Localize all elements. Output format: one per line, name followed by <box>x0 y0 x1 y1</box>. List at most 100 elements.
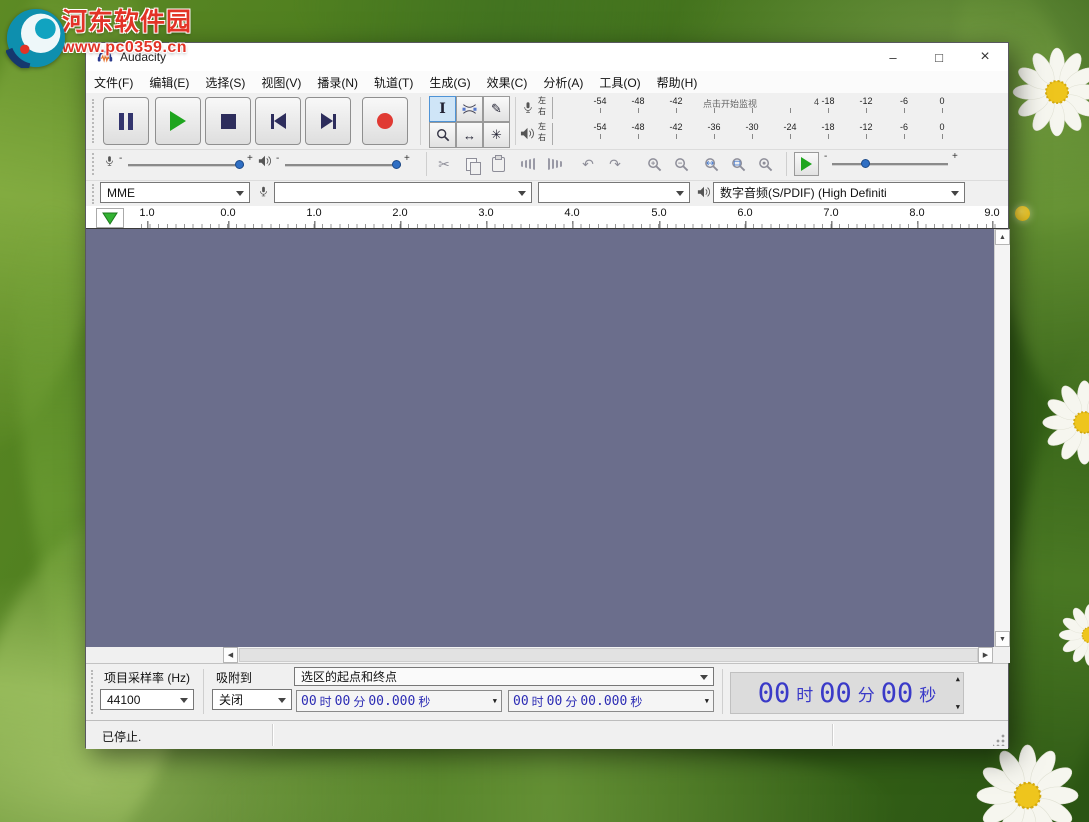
audio-host-combobox[interactable]: MME <box>100 182 250 203</box>
position-hours[interactable]: 00 <box>758 678 791 709</box>
menu-item[interactable]: 轨道(T) <box>366 71 421 94</box>
timeline-ruler[interactable]: 1.00.01.02.03.04.05.06.07.08.09.0 <box>86 206 1008 229</box>
timeshift-tool-button[interactable]: ↔ <box>456 122 483 148</box>
zoom-tool-button[interactable] <box>429 122 456 148</box>
toolbar-grip[interactable] <box>92 153 97 175</box>
toolbar-grip[interactable] <box>92 99 97 143</box>
envelope-tool-button[interactable] <box>456 96 483 122</box>
silence-audio-button[interactable] <box>543 153 567 175</box>
selection-tool-button[interactable]: I <box>429 96 456 122</box>
menu-item[interactable]: 文件(F) <box>86 71 141 94</box>
audio-position-display[interactable]: 00 时 00 分 00 秒 ▲ ▼ <box>730 672 964 714</box>
daisy-flower <box>1055 600 1089 670</box>
recording-volume-thumb[interactable] <box>235 160 244 169</box>
spinner-down-icon[interactable]: ▼ <box>956 703 960 711</box>
copy-button[interactable] <box>459 153 483 175</box>
toolbar-grip[interactable] <box>92 184 97 204</box>
cut-button[interactable]: ✂ <box>432 153 456 175</box>
spinner-icon[interactable]: ▼ <box>493 697 497 705</box>
title-bar[interactable]: Audacity – □ × <box>86 43 1008 71</box>
scroll-left-button[interactable]: ◀ <box>223 647 238 663</box>
play-at-speed-button[interactable] <box>794 152 819 176</box>
toolbar-separator <box>203 669 204 714</box>
paste-icon <box>492 157 505 172</box>
menu-item[interactable]: 选择(S) <box>197 71 253 94</box>
ibeam-icon: I <box>439 101 446 117</box>
toolbar-separator <box>722 669 723 714</box>
end-hours[interactable]: 00 <box>513 694 529 709</box>
selection-range-value: 选区的起点和终点 <box>301 668 397 685</box>
paste-button[interactable] <box>486 153 510 175</box>
time-label: 2.0 <box>392 207 407 219</box>
undo-button[interactable]: ↶ <box>576 153 600 175</box>
end-seconds[interactable]: 00.000 <box>580 694 627 709</box>
playback-volume-slider[interactable] <box>285 164 401 167</box>
horizontal-scrollbar[interactable]: ◀ ▶ <box>86 647 1010 663</box>
recording-device-combobox[interactable] <box>274 182 532 203</box>
recording-meter[interactable]: 左右 -54-48-42-18-12-60 点击开始监视 4 <box>516 95 994 121</box>
fit-selection-button[interactable] <box>699 153 723 175</box>
stop-button[interactable] <box>205 97 251 145</box>
start-hours[interactable]: 00 <box>301 694 317 709</box>
menu-item[interactable]: 生成(G) <box>421 71 478 94</box>
position-minutes[interactable]: 00 <box>819 678 852 709</box>
start-seconds[interactable]: 00.000 <box>368 694 415 709</box>
multi-tool-button[interactable]: ✳ <box>483 122 510 148</box>
position-spinner[interactable]: ▲ ▼ <box>956 675 960 711</box>
recording-channels-combobox[interactable] <box>538 182 690 203</box>
selection-end-field[interactable]: 00 时 00 分 00.000 秒 ▼ <box>508 690 714 712</box>
draw-tool-button[interactable]: ✎ <box>483 96 510 122</box>
scroll-down-button[interactable]: ▼ <box>995 631 1010 647</box>
snap-to-combobox[interactable]: 关闭 <box>212 689 292 710</box>
minimize-button[interactable]: – <box>870 43 916 71</box>
skip-to-start-button[interactable] <box>255 97 301 145</box>
spinner-up-icon[interactable]: ▲ <box>956 675 960 683</box>
redo-button[interactable]: ↷ <box>603 153 627 175</box>
spinner-icon[interactable]: ▼ <box>705 697 709 705</box>
playback-device-combobox[interactable]: 数字音频(S/PDIF) (High Definiti <box>713 182 965 203</box>
close-button[interactable]: × <box>962 43 1008 71</box>
hscroll-thumb[interactable] <box>239 648 978 662</box>
position-seconds[interactable]: 00 <box>881 678 914 709</box>
menu-item[interactable]: 分析(A) <box>535 71 591 94</box>
track-panel[interactable] <box>86 229 994 647</box>
scroll-up-button[interactable]: ▲ <box>995 229 1010 245</box>
end-minutes[interactable]: 00 <box>547 694 563 709</box>
db-label: -42 <box>669 96 682 106</box>
play-speed-thumb[interactable] <box>861 159 870 168</box>
toolbar-grip[interactable] <box>91 670 96 714</box>
vertical-scrollbar[interactable]: ▲ ▼ <box>994 229 1010 647</box>
menu-item[interactable]: 编辑(E) <box>141 71 197 94</box>
scroll-right-button[interactable]: ▶ <box>978 647 993 663</box>
play-speed-slider[interactable] <box>832 163 948 166</box>
menu-item[interactable]: 帮助(H) <box>649 71 706 94</box>
playback-volume-thumb[interactable] <box>392 160 401 169</box>
menu-item[interactable]: 视图(V) <box>253 71 309 94</box>
fit-project-button[interactable] <box>726 153 750 175</box>
skip-to-end-button[interactable] <box>305 97 351 145</box>
recording-volume-slider[interactable] <box>128 164 244 167</box>
zoom-toggle-button[interactable] <box>753 153 777 175</box>
pause-button[interactable] <box>103 97 149 145</box>
start-minutes[interactable]: 00 <box>335 694 351 709</box>
toolbar-dock: I ✎ ↔ ✳ 左右 -54-48-42-18-12-60 点击开始监视 4 <box>86 93 1008 206</box>
menu-item[interactable]: 工具(O) <box>591 71 648 94</box>
time-label: 4.0 <box>564 207 579 219</box>
time-label: 9.0 <box>984 207 999 219</box>
play-button[interactable] <box>155 97 201 145</box>
zoom-out-button[interactable] <box>669 153 693 175</box>
playback-meter[interactable]: 左右 -54-48-42-36-30-24-18-12-60 <box>516 121 994 147</box>
resize-grip[interactable] <box>993 734 1005 746</box>
watermark-url: www.pc0359.cn <box>62 39 192 57</box>
menu-item[interactable]: 效果(C) <box>479 71 536 94</box>
scroll-up-icon: ▲ <box>999 234 1006 241</box>
recording-meter-scale: -54-48-42-18-12-60 点击开始监视 4 <box>558 95 994 121</box>
project-rate-combobox[interactable]: 44100 <box>100 689 194 710</box>
record-button[interactable] <box>362 97 408 145</box>
zoom-in-button[interactable] <box>642 153 666 175</box>
selection-range-combobox[interactable]: 选区的起点和终点 <box>294 667 714 686</box>
maximize-button[interactable]: □ <box>916 43 962 71</box>
selection-start-field[interactable]: 00 时 00 分 00.000 秒 ▼ <box>296 690 502 712</box>
trim-audio-button[interactable] <box>516 153 540 175</box>
menu-item[interactable]: 播录(N) <box>309 71 366 94</box>
